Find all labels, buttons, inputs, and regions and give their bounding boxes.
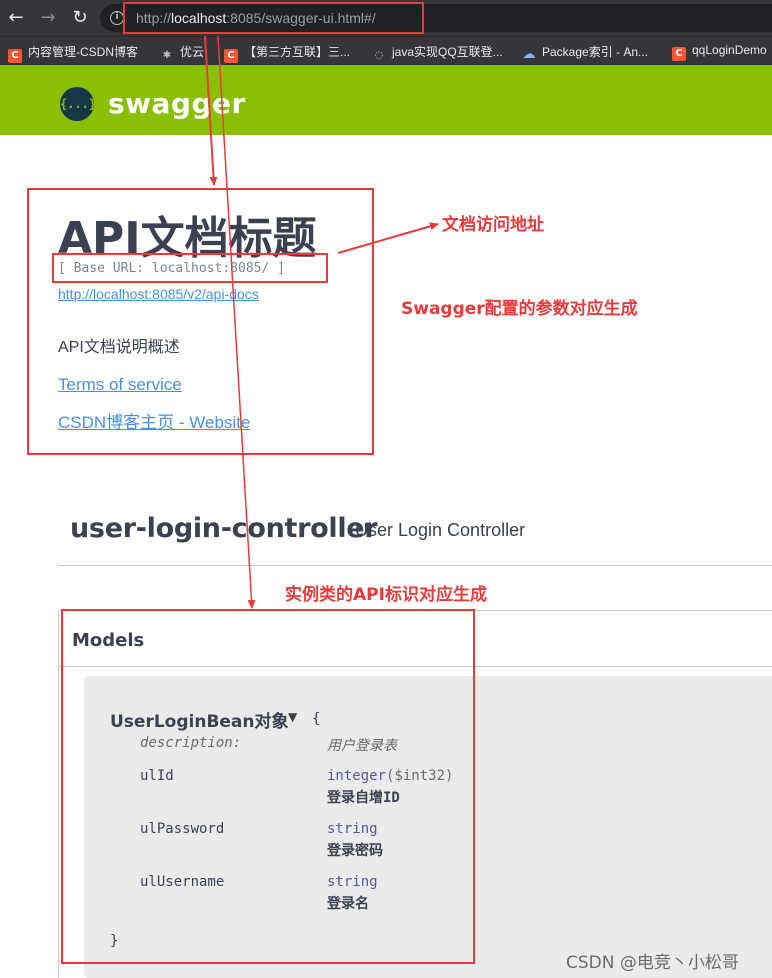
annotation-swagger-config: Swagger配置的参数对应生成 (401, 299, 638, 319)
cloud-icon: ☁ (522, 47, 536, 62)
annotation-box-url (123, 2, 424, 34)
forward-arrow-icon[interactable]: → (38, 8, 58, 28)
github-icon: ◌ (374, 50, 384, 61)
controller-tag-description: User Login Controller (355, 520, 526, 540)
bookmarks-bar: C 内容管理-CSDN博客 ✱ 优云 C 【第三方互联】三... ◌ java实现QQ互… (0, 36, 772, 65)
bookmark-item[interactable]: C 内容管理-CSDN博客 (8, 43, 138, 63)
annotation-api-identifier: 实例类的API标识对应生成 (285, 585, 487, 605)
bookmark-item[interactable]: ◌ java实现QQ互联登... (372, 43, 503, 61)
youyun-icon: ✱ (162, 50, 172, 61)
divider (58, 565, 772, 566)
annotation-box-models (61, 609, 475, 964)
annotation-box-base-url (52, 253, 328, 283)
annotation-box-info (27, 188, 374, 455)
csdn-icon: C (224, 49, 238, 63)
bookmark-item[interactable]: ✱ 优云 (160, 43, 204, 61)
bookmark-item[interactable]: ☁ Package索引 - An... (522, 43, 649, 62)
back-arrow-icon[interactable]: ← (6, 8, 26, 28)
swagger-logo-text[interactable]: swagger (108, 87, 246, 120)
bookmark-item[interactable]: C 【第三方互联】三... (224, 43, 350, 63)
csdn-icon: C (8, 49, 22, 63)
annotation-doc-address: 文档访问地址 (442, 215, 544, 235)
controller-tag-name[interactable]: user-login-controller (70, 513, 378, 544)
watermark: CSDN @电竞丶小松哥 (566, 953, 739, 973)
bookmark-item[interactable]: CqqLoginDemo (672, 43, 767, 61)
swagger-topbar: {...} swagger (0, 65, 772, 135)
swagger-logo-icon[interactable]: {...} (60, 87, 96, 121)
info-icon[interactable]: i (110, 11, 124, 25)
csdn-icon: C (672, 47, 686, 61)
reload-icon[interactable]: ↻ (70, 8, 90, 28)
